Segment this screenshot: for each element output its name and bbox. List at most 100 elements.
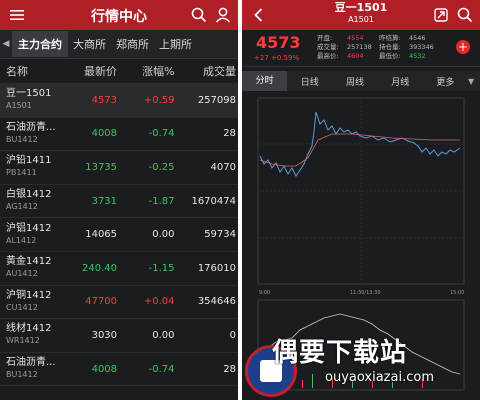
volume: 59734: [204, 229, 236, 241]
current-price: 4573: [256, 33, 301, 52]
change-pct: +0.04: [143, 296, 175, 308]
rotate-screen-icon[interactable]: [432, 6, 450, 24]
volume: 176010: [197, 262, 236, 274]
last-price: 4573: [91, 94, 118, 106]
search-icon[interactable]: [456, 6, 474, 24]
price-change: +27 +0.59%: [254, 54, 300, 62]
change-pct: 0.00: [152, 329, 175, 341]
col-volume[interactable]: 成交量: [175, 63, 238, 79]
change-pct: -0.25: [148, 161, 175, 173]
contract-name: 白银1412: [6, 189, 52, 201]
last-price: 4008: [91, 363, 118, 375]
time-label-mid: 11:30/13:30: [350, 290, 381, 296]
last-price: 13735: [85, 161, 118, 173]
volume: 4070: [210, 161, 236, 173]
table-row[interactable]: 白银1412 AG1412 3731 -1.87 1670474: [0, 185, 238, 219]
last-price: 14065: [85, 229, 118, 241]
col-price[interactable]: 最新价: [65, 63, 117, 79]
time-label-start: 9:00: [259, 290, 270, 296]
watermark-text: 偶要下载站: [272, 338, 408, 368]
table-row[interactable]: 石油沥青... BU1412 4008 -0.74 28: [0, 353, 238, 387]
time-label-end: 15:00: [450, 290, 464, 296]
contract-code: PB1411: [6, 168, 37, 178]
quote-list: 豆一1501 A1501 4573 +0.59 257098 石油沥青... BU1…: [0, 84, 238, 387]
tab-more[interactable]: 更多: [423, 75, 468, 88]
tab-zhengzhou[interactable]: 郑商所: [111, 36, 154, 52]
table-row[interactable]: 石油沥青... BU1412 4008 -0.74 28: [0, 118, 238, 152]
col-change[interactable]: 涨幅%: [117, 63, 174, 79]
stat-label: 昨结算:: [379, 34, 401, 42]
table-row[interactable]: 沪铜1412 CU1412 47700 +0.04 354646: [0, 286, 238, 320]
table-row[interactable]: 沪铝1412 AL1412 14065 0.00 59734: [0, 218, 238, 252]
stat-value: 4604: [347, 52, 364, 60]
user-icon[interactable]: [214, 6, 232, 24]
table-header: 名称 最新价 涨幅% 成交量: [0, 59, 238, 84]
contract-name: 石油沥青...: [6, 121, 56, 133]
contract-code: AU1412: [6, 269, 38, 279]
tab-shanghai[interactable]: 上期所: [154, 36, 197, 52]
stat-label: 成交量:: [317, 43, 339, 51]
tab-scroll-left-icon[interactable]: ◀: [0, 39, 12, 49]
last-price: 47700: [85, 296, 118, 308]
period-tabs: 分时 日线 周线 月线 更多 ▼: [242, 71, 480, 91]
tab-daily[interactable]: 日线: [287, 75, 332, 88]
detail-header: 豆一1501 A1501: [242, 0, 480, 30]
contract-code: WR1412: [6, 336, 40, 346]
contract-code: AL1412: [6, 235, 37, 245]
add-watchlist-button[interactable]: +: [456, 40, 470, 54]
contract-name: 沪铜1412: [6, 289, 52, 301]
quote-summary: 4573 +27 +0.59% 开盘: 4554 昨结算: 4546 成交量: 2571…: [242, 30, 480, 67]
contract-code: BU1412: [6, 370, 38, 380]
stat-value: 4554: [347, 34, 364, 42]
stat-value: 393346: [409, 43, 434, 51]
contract-name: 线材1412: [6, 323, 52, 335]
tab-monthly[interactable]: 月线: [378, 75, 423, 88]
tab-dalian[interactable]: 大商所: [68, 36, 111, 52]
stat-label: 最低价:: [379, 52, 401, 60]
col-name[interactable]: 名称: [0, 63, 65, 79]
volume: 0: [229, 329, 236, 341]
quote-stats: 开盘: 4554 昨结算: 4546 成交量: 257138 持仓量: 393346 最高价…: [317, 34, 441, 61]
stat-value: 257138: [347, 43, 372, 51]
market-center-screen: 行情中心 ◀ 主力合约 大商所 郑商所 上期所 名称 最新价 涨幅% 成交量 豆…: [0, 0, 238, 400]
volume: 257098: [197, 94, 236, 106]
table-row[interactable]: 豆一1501 A1501 4573 +0.59 257098: [0, 84, 238, 118]
contract-name: 沪铝1412: [6, 222, 52, 234]
stat-value: 4532: [409, 52, 426, 60]
volume-bar: [312, 374, 313, 388]
volume: 28: [223, 128, 236, 140]
contract-name: 黄金1412: [6, 256, 52, 268]
volume: 1670474: [191, 195, 236, 207]
contract-name: 石油沥青...: [6, 357, 56, 369]
last-price: 240.40: [82, 262, 118, 274]
tab-weekly[interactable]: 周线: [332, 75, 377, 88]
contract-code: AG1412: [6, 202, 38, 212]
stat-value: 4546: [409, 34, 426, 42]
last-price: 3731: [91, 195, 118, 207]
tab-intraday[interactable]: 分时: [242, 71, 288, 91]
change-pct: +0.59: [143, 94, 175, 106]
last-price: 3030: [91, 329, 118, 341]
change-pct: 0.00: [152, 229, 175, 241]
change-pct: -1.87: [148, 195, 175, 207]
exchange-tabs: ◀ 主力合约 大商所 郑商所 上期所: [0, 30, 238, 59]
stat-label: 开盘:: [317, 34, 333, 42]
change-pct: -0.74: [148, 363, 175, 375]
change-pct: -1.15: [148, 262, 175, 274]
volume-bar: [302, 380, 303, 388]
tab-main-contracts[interactable]: 主力合约: [12, 31, 68, 57]
average-line: [259, 133, 460, 167]
search-icon[interactable]: [190, 6, 208, 24]
app-header: 行情中心: [0, 0, 238, 30]
table-row[interactable]: 线材1412 WR1412 3030 0.00 0: [0, 319, 238, 353]
table-row[interactable]: 黄金1412 AU1412 240.40 -1.15 176010: [0, 252, 238, 286]
dropdown-icon[interactable]: ▼: [468, 77, 480, 86]
period-tabs-row: 分时 日线 周线 月线 更多 ▼: [242, 67, 480, 95]
stat-label: 最高价:: [317, 52, 339, 60]
contract-name: 豆一1501: [6, 88, 52, 100]
contract-code: BU1412: [6, 134, 38, 144]
watermark-url: ouyaoxiazai.com: [325, 370, 434, 385]
table-row[interactable]: 沪铅1411 PB1411 13735 -0.25 4070: [0, 151, 238, 185]
volume: 354646: [197, 296, 236, 308]
stat-label: 持仓量:: [379, 43, 401, 51]
